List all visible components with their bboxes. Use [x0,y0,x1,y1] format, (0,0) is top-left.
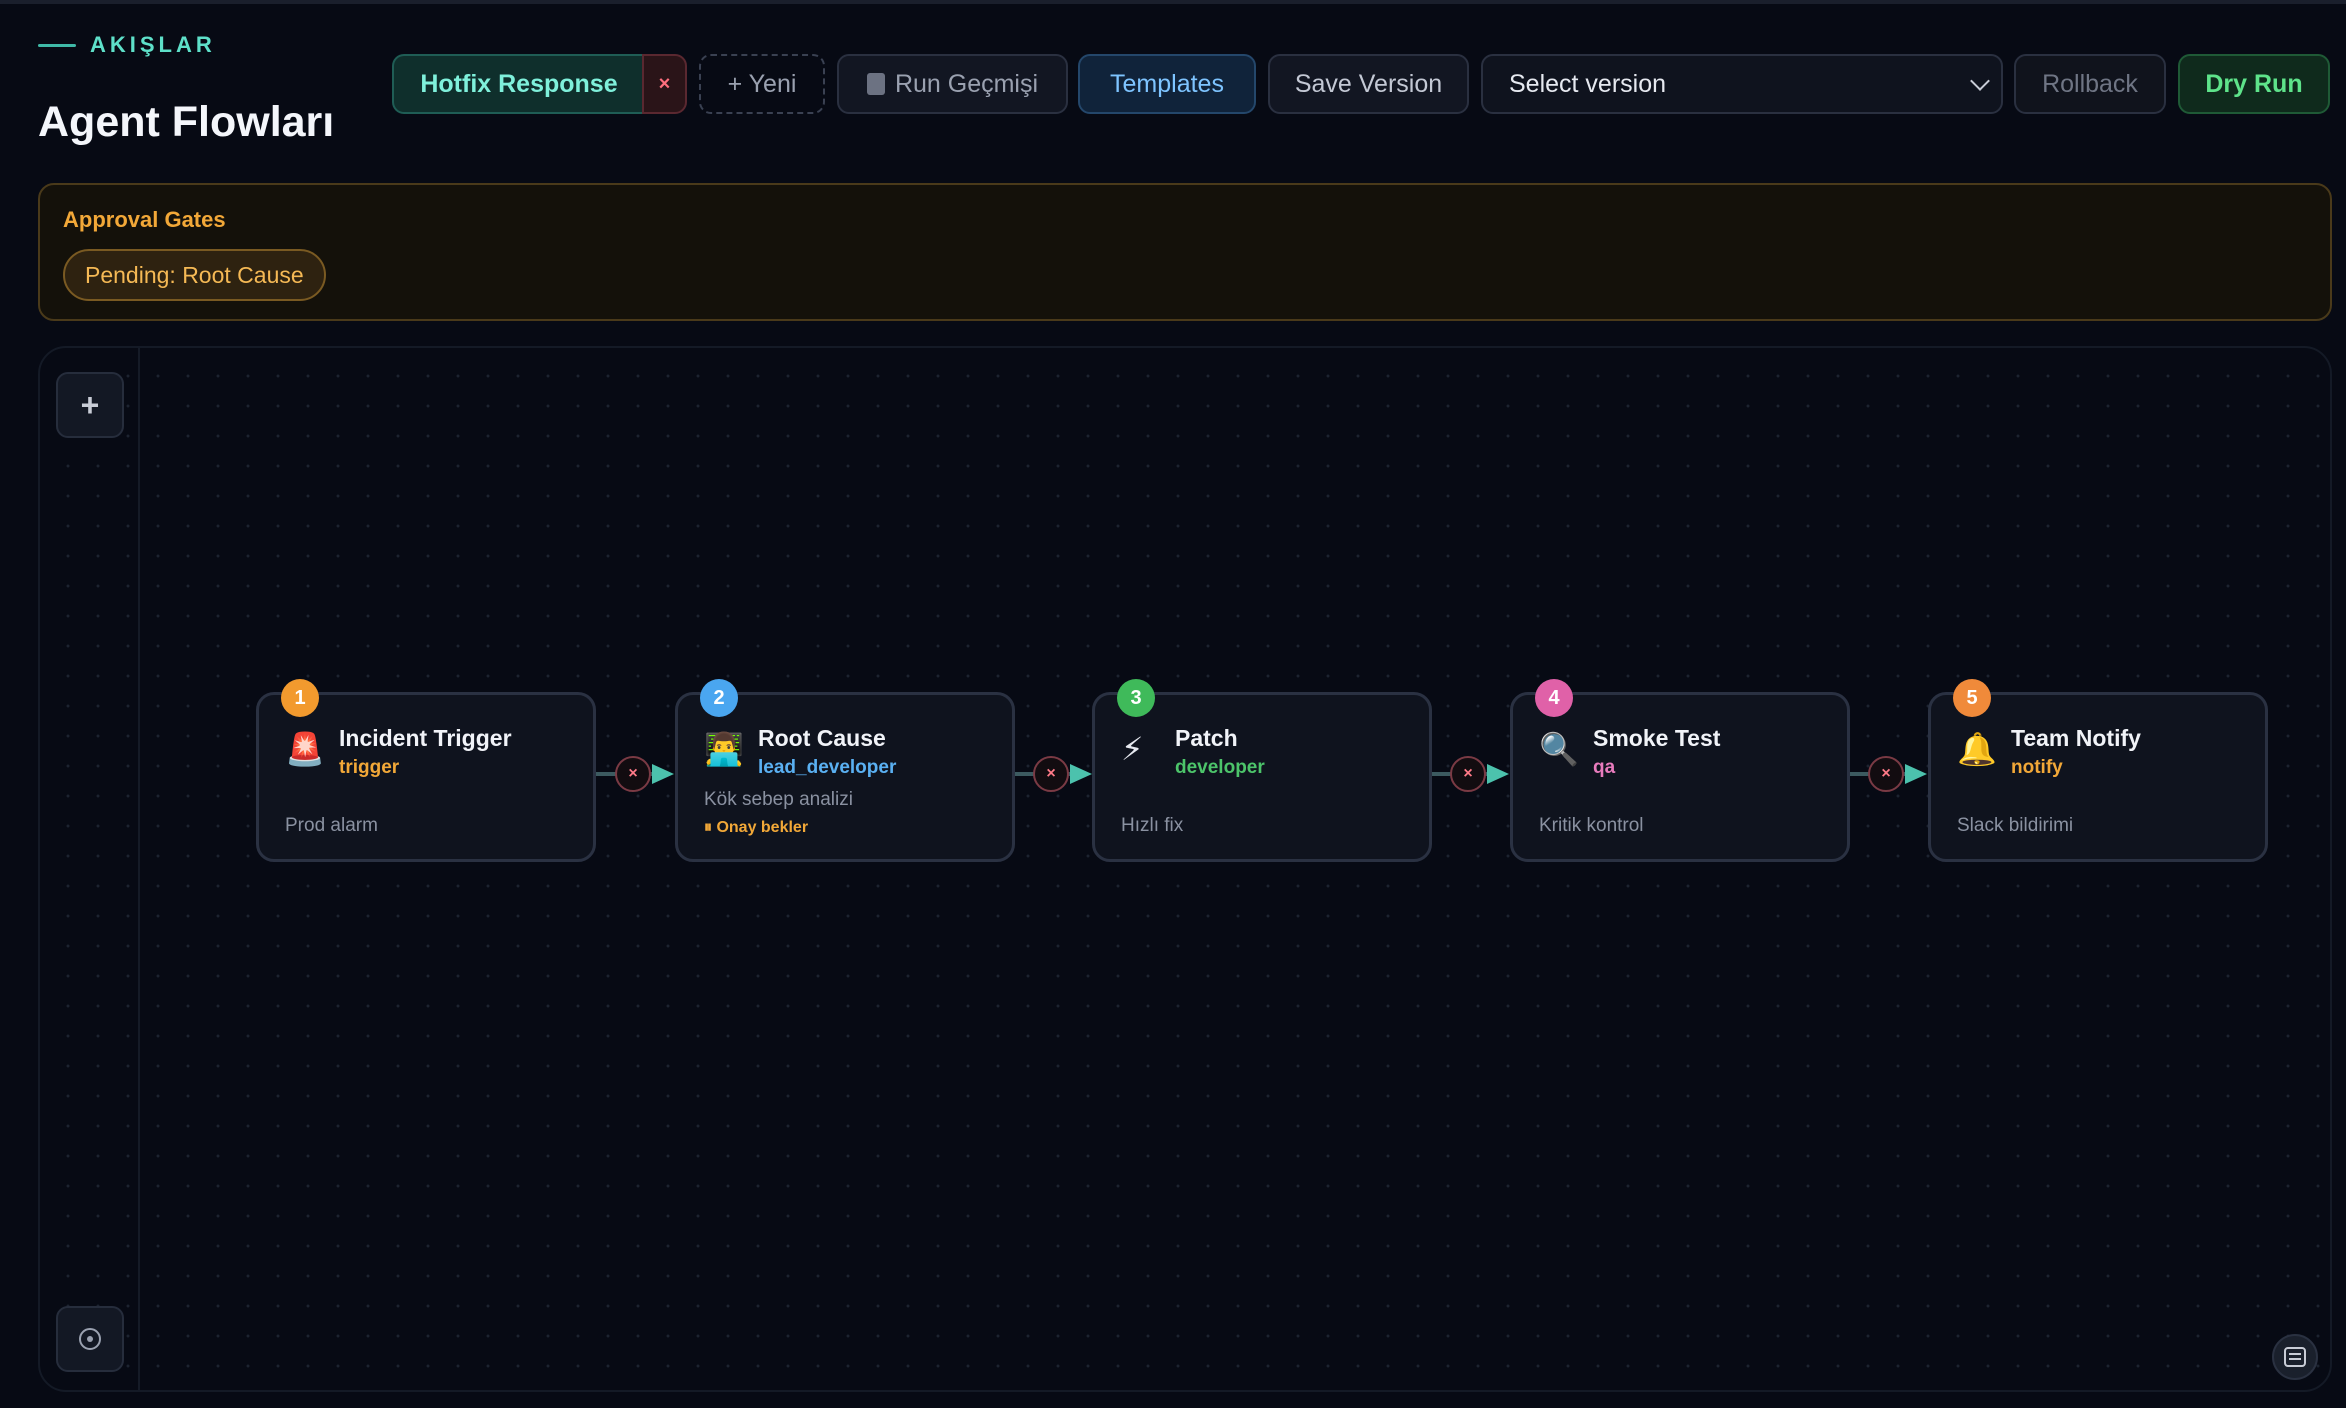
chevron-down-icon [1970,71,1990,91]
node-description: Hızlı fix [1121,815,1184,836]
minimap-button[interactable] [2272,1334,2318,1380]
node-index-badge: 4 [1535,679,1573,717]
top-border [0,0,2346,4]
approval-gates-panel: Approval Gates Pending: Root Cause [38,183,2332,321]
node-role: qa [1593,757,1616,778]
node-description: Kritik kontrol [1539,815,1644,836]
flow-canvas[interactable]: + × × × × 1 🚨 Incident Trigger trigger P… [38,346,2332,1392]
flow-node[interactable]: 1 🚨 Incident Trigger trigger Prod alarm [256,679,596,862]
node-title: Patch [1175,725,1238,751]
save-version-button[interactable]: Save Version [1268,54,1469,114]
technologist-icon: 👨‍💻 [704,731,744,767]
arrow-icon [1905,764,1927,784]
node-description: Prod alarm [285,815,378,836]
node-description: Slack bildirimi [1957,815,2074,836]
flow-node[interactable]: 5 🔔 Team Notify notify Slack bildirimi [1928,679,2268,862]
node-index-badge: 2 [700,679,738,717]
flow-node[interactable]: 2 👨‍💻 Root Cause lead_developer Kök sebe… [675,679,1015,862]
node-title: Team Notify [2011,725,2141,751]
node-title: Root Cause [758,725,886,751]
bell-icon: 🔔 [1957,731,1997,767]
scan-icon [2284,1347,2306,1367]
node-approval-status: ⏸ Onay bekler [704,819,809,836]
siren-icon: 🚨 [285,731,325,767]
flow-node[interactable]: 3 ⚡ Patch developer Hızlı fix [1092,679,1432,862]
node-role: notify [2011,757,2063,778]
canvas-rail [138,348,140,1390]
edge-delete-button[interactable]: × [615,756,651,792]
add-node-button[interactable]: + [56,372,124,438]
flow-node[interactable]: 4 🔍 Smoke Test qa Kritik kontrol [1510,679,1850,862]
pending-gate-pill[interactable]: Pending: Root Cause [63,249,326,301]
node-role: developer [1175,757,1265,778]
edge-delete-button[interactable]: × [1868,756,1904,792]
active-flow-tab[interactable]: Hotfix Response [392,54,644,114]
node-index-badge: 1 [281,679,319,717]
fit-view-button[interactable] [56,1306,124,1372]
edge-delete-button[interactable]: × [1033,756,1069,792]
version-select[interactable]: Select version [1481,54,2003,114]
templates-button[interactable]: Templates [1078,54,1256,114]
eyebrow-dash [38,43,76,47]
new-flow-button[interactable]: + Yeni [699,54,825,114]
version-select-value: Select version [1509,69,1667,98]
edge-delete-button[interactable]: × [1450,756,1486,792]
dry-run-button[interactable]: Dry Run [2178,54,2330,114]
lightning-icon: ⚡ [1121,731,1144,767]
approval-gates-title: Approval Gates [63,207,226,232]
eyebrow-label: AKIŞLAR [90,32,216,57]
magnifier-icon: 🔍 [1539,731,1579,767]
node-role: trigger [339,757,400,778]
run-history-button[interactable]: Run Geçmişi [837,54,1068,114]
arrow-icon [652,764,674,784]
node-title: Incident Trigger [339,725,512,751]
rollback-button[interactable]: Rollback [2014,54,2166,114]
close-flow-button[interactable]: × [642,54,687,114]
arrow-icon [1487,764,1509,784]
section-eyebrow: AKIŞLAR [38,32,216,58]
node-index-badge: 5 [1953,679,1991,717]
run-history-label: Run Geçmişi [894,69,1039,98]
arrow-icon [1070,764,1092,784]
node-index-badge: 3 [1117,679,1155,717]
page-title: Agent Flowları [38,98,335,146]
node-role: lead_developer [758,757,897,778]
node-description: Kök sebep analizi [704,789,853,810]
target-icon [79,1328,101,1350]
node-title: Smoke Test [1593,725,1721,751]
clipboard-icon [866,73,885,95]
